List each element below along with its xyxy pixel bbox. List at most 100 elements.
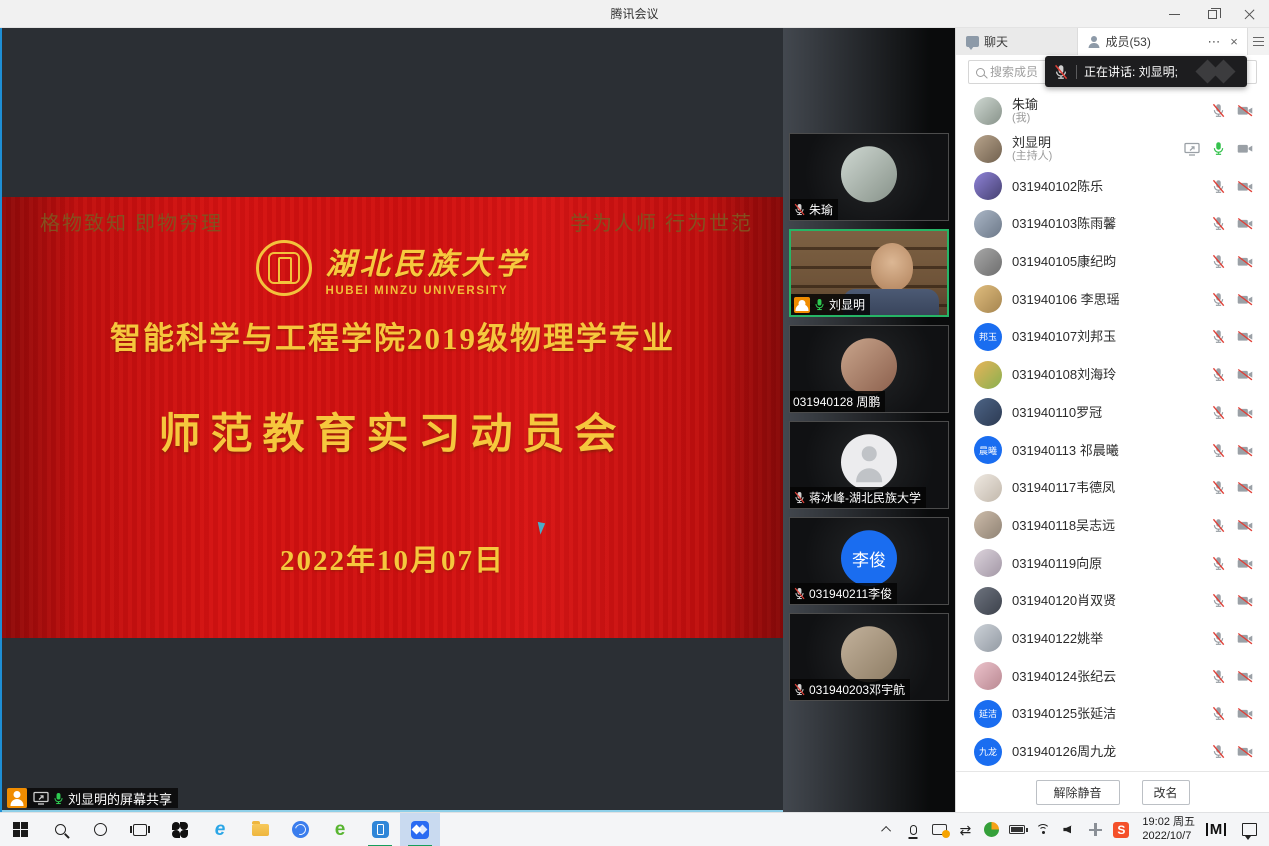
member-row[interactable]: 刘显明 (主持人) xyxy=(956,130,1269,168)
camera-off-icon[interactable] xyxy=(1237,670,1253,683)
mic-muted-icon[interactable] xyxy=(1211,518,1226,533)
taskbar-search-button[interactable] xyxy=(40,813,80,846)
ime-mode-button[interactable]: M xyxy=(1203,813,1229,846)
tab-chat[interactable]: 聊天 xyxy=(956,28,1078,55)
member-row[interactable]: 031940120肖双贤 xyxy=(956,582,1269,620)
mic-muted-icon[interactable] xyxy=(1211,556,1226,571)
minimize-button[interactable] xyxy=(1155,0,1193,28)
mic-muted-icon[interactable] xyxy=(1211,179,1226,194)
camera-off-icon[interactable] xyxy=(1237,255,1253,268)
mic-muted-icon[interactable] xyxy=(1211,292,1226,307)
camera-off-icon[interactable] xyxy=(1237,557,1253,570)
mic-muted-icon[interactable] xyxy=(1211,706,1226,721)
tray-screenshare-button[interactable] xyxy=(926,813,952,846)
member-row[interactable]: 九龙 031940126周九龙 xyxy=(956,733,1269,771)
mic-muted-icon[interactable] xyxy=(1211,405,1226,420)
rename-button[interactable]: 改名 xyxy=(1142,780,1190,805)
tray-microphone-button[interactable] xyxy=(900,813,926,846)
globe-browser-button[interactable] xyxy=(280,813,320,846)
mic-muted-icon[interactable] xyxy=(1211,480,1226,495)
mic-muted-icon[interactable] xyxy=(1211,631,1226,646)
camera-off-icon[interactable] xyxy=(1237,594,1253,607)
mic-muted-icon[interactable] xyxy=(1211,103,1226,118)
cortana-button[interactable] xyxy=(80,813,120,846)
task-view-button[interactable] xyxy=(120,813,160,846)
video-thumbnail[interactable]: 蒋冰峰-湖北民族大学 xyxy=(789,421,949,509)
tray-wifi-button[interactable] xyxy=(1030,813,1056,846)
mic-muted-icon[interactable] xyxy=(1211,254,1226,269)
action-center-button[interactable] xyxy=(1229,813,1269,846)
camera-off-icon[interactable] xyxy=(1237,293,1253,306)
member-row[interactable]: 朱瑜 (我) xyxy=(956,92,1269,130)
member-row[interactable]: 031940108刘海玲 xyxy=(956,356,1269,394)
member-row[interactable]: 031940117韦德凤 xyxy=(956,469,1269,507)
mic-muted-icon[interactable] xyxy=(1211,367,1226,382)
member-row[interactable]: 邦玉 031940107刘邦玉 xyxy=(956,318,1269,356)
member-row[interactable]: 晨曦 031940113 祁晨曦 xyxy=(956,431,1269,469)
tray-sogou-button[interactable]: S xyxy=(1108,813,1134,846)
panel-close-button[interactable]: × xyxy=(1225,33,1243,51)
video-thumbnail[interactable]: 031940128 周鹏 xyxy=(789,325,949,413)
screen-share-icon xyxy=(932,824,947,835)
camera-off-icon[interactable] xyxy=(1237,745,1253,758)
tray-360-button[interactable] xyxy=(978,813,1004,846)
mic-muted-icon[interactable] xyxy=(1211,443,1226,458)
camera-on-icon[interactable] xyxy=(1237,142,1253,155)
tab-members[interactable]: 成员(53) xyxy=(1078,28,1205,55)
member-row[interactable]: 031940105康纪昀 xyxy=(956,243,1269,281)
video-thumbnail[interactable]: 刘显明 xyxy=(789,229,949,317)
member-row[interactable]: 031940103陈雨馨 xyxy=(956,205,1269,243)
mic-muted-icon[interactable] xyxy=(1211,744,1226,759)
mic-muted-icon[interactable] xyxy=(1211,669,1226,684)
green-e-browser-button[interactable]: e xyxy=(320,813,360,846)
member-row[interactable]: 031940119向原 xyxy=(956,544,1269,582)
member-row[interactable]: 031940102陈乐 xyxy=(956,167,1269,205)
member-row[interactable]: 延洁 031940125张延洁 xyxy=(956,695,1269,733)
member-row[interactable]: 031940122姚举 xyxy=(956,620,1269,658)
tray-ime-button[interactable] xyxy=(1082,813,1108,846)
camera-off-icon[interactable] xyxy=(1237,481,1253,494)
tray-volume-button[interactable] xyxy=(1056,813,1082,846)
camera-off-icon[interactable] xyxy=(1237,632,1253,645)
camera-off-icon[interactable] xyxy=(1237,104,1253,117)
clock-week: 周五 xyxy=(1173,816,1195,828)
members-panel: 聊天 成员(53) ⋯ × xyxy=(955,28,1269,812)
internet-explorer-button[interactable]: e xyxy=(200,813,240,846)
video-thumbnail[interactable]: 031940203邓宇航 xyxy=(789,613,949,701)
cortana-icon xyxy=(94,823,107,836)
unmute-button[interactable]: 解除静音 xyxy=(1036,780,1120,805)
start-button[interactable] xyxy=(0,813,40,846)
tencent-meeting-taskbar-button[interactable] xyxy=(400,813,440,846)
camera-off-icon[interactable] xyxy=(1237,444,1253,457)
panel-menu-button[interactable] xyxy=(1247,28,1269,55)
camera-off-icon[interactable] xyxy=(1237,330,1253,343)
video-thumbnail[interactable]: 朱瑜 xyxy=(789,133,949,221)
tray-arrows-button[interactable]: ⇄ xyxy=(952,813,978,846)
mic-muted-icon[interactable] xyxy=(1211,329,1226,344)
file-explorer-button[interactable] xyxy=(240,813,280,846)
camera-off-icon[interactable] xyxy=(1237,406,1253,419)
hidden-icons-button[interactable] xyxy=(874,813,900,846)
phone-app-button[interactable] xyxy=(360,813,400,846)
camera-off-icon[interactable] xyxy=(1237,217,1253,230)
camera-off-icon[interactable] xyxy=(1237,180,1253,193)
video-thumbnail[interactable]: 李俊 031940211李俊 xyxy=(789,517,949,605)
member-row[interactable]: 031940118吴志远 xyxy=(956,507,1269,545)
search-icon xyxy=(55,824,66,835)
mic-muted-icon[interactable] xyxy=(1211,593,1226,608)
mic-muted-icon[interactable] xyxy=(1211,216,1226,231)
mic-on-icon[interactable] xyxy=(1211,141,1226,156)
camera-off-icon[interactable] xyxy=(1237,519,1253,532)
panel-more-button[interactable]: ⋯ xyxy=(1205,33,1223,51)
member-row[interactable]: 031940110罗冠 xyxy=(956,394,1269,432)
restore-button[interactable] xyxy=(1193,0,1231,28)
member-row[interactable]: 031940124张纪云 xyxy=(956,657,1269,695)
member-row[interactable]: 031940106 李思瑶 xyxy=(956,280,1269,318)
pinwheel-app-button[interactable] xyxy=(160,813,200,846)
participant-name-label: 朱瑜 xyxy=(790,199,838,220)
taskbar-clock[interactable]: 19:02 周五 2022/10/7 xyxy=(1134,816,1203,843)
camera-off-icon[interactable] xyxy=(1237,707,1253,720)
tray-battery-button[interactable] xyxy=(1004,813,1030,846)
camera-off-icon[interactable] xyxy=(1237,368,1253,381)
close-button[interactable] xyxy=(1231,0,1269,28)
